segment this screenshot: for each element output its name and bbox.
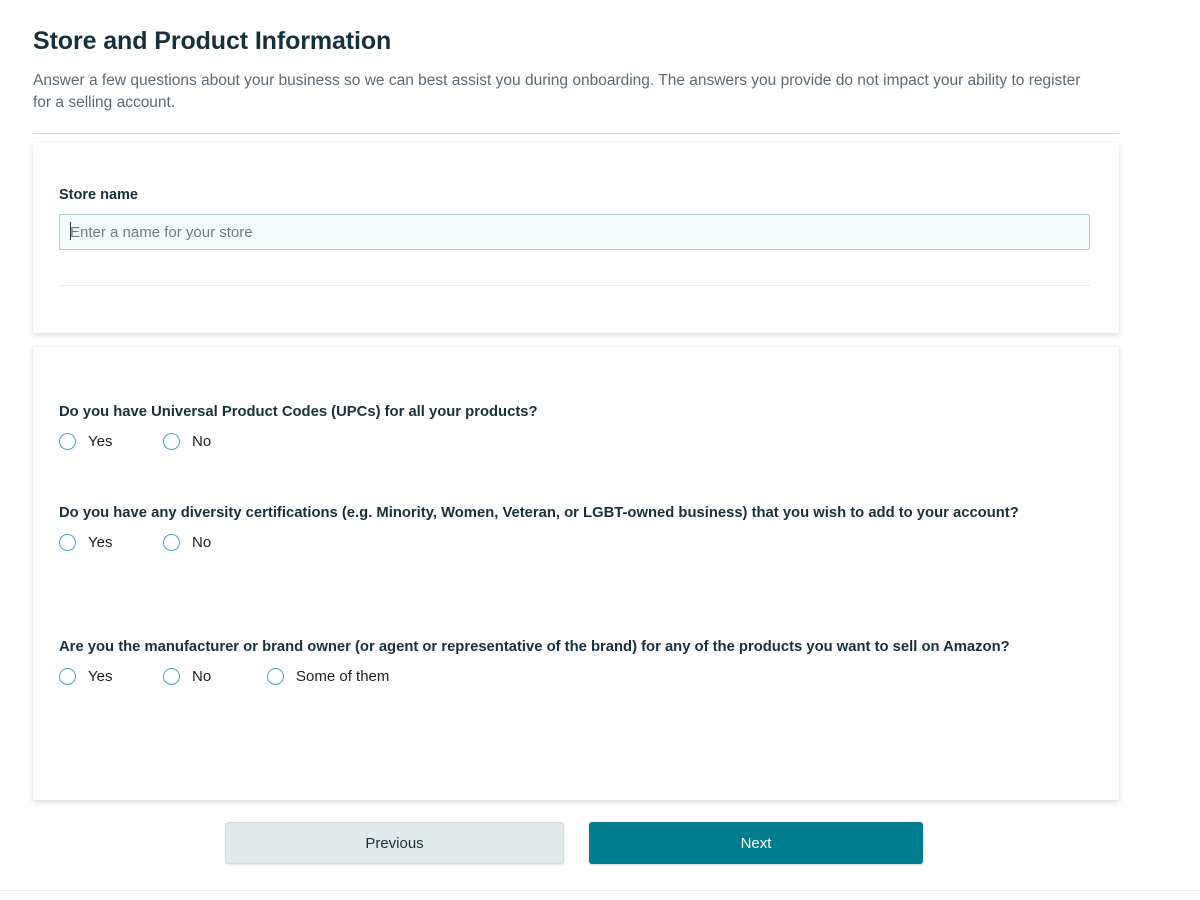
radio-label: No bbox=[192, 668, 212, 686]
radio-option-upc-no[interactable]: No bbox=[163, 433, 231, 451]
question-manufacturer: Are you the manufacturer or brand owner … bbox=[59, 636, 1094, 686]
radio-circle-icon[interactable] bbox=[163, 668, 180, 686]
radio-label: No bbox=[192, 534, 212, 552]
store-card-divider bbox=[59, 285, 1090, 286]
page-title: Store and Product Information bbox=[33, 27, 392, 55]
page-header: Store and Product Information Answer a f… bbox=[33, 27, 1118, 114]
question-text: Do you have any diversity certifications… bbox=[59, 505, 1019, 521]
radio-circle-icon[interactable] bbox=[59, 433, 76, 451]
footer-divider bbox=[0, 890, 1200, 891]
text-cursor bbox=[70, 222, 71, 240]
radio-label: No bbox=[192, 433, 212, 451]
radio-label: Yes bbox=[88, 433, 113, 451]
registration-page: Store and Product Information Answer a f… bbox=[0, 0, 1200, 900]
radio-option-diversity-yes[interactable]: Yes bbox=[59, 534, 127, 552]
radio-option-manufacturer-some[interactable]: Some of them bbox=[267, 668, 390, 686]
radio-group-diversity: Yes No bbox=[59, 534, 1094, 552]
store-name-label: Store name bbox=[59, 187, 138, 203]
radio-option-upc-yes[interactable]: Yes bbox=[59, 433, 127, 451]
question-text: Do you have Universal Product Codes (UPC… bbox=[59, 404, 538, 420]
radio-circle-icon[interactable] bbox=[59, 534, 76, 552]
radio-group-manufacturer: Yes No Some of them bbox=[59, 668, 1094, 686]
question-upc: Do you have Universal Product Codes (UPC… bbox=[59, 401, 1094, 451]
radio-label: Yes bbox=[88, 534, 113, 552]
radio-group-upc: Yes No bbox=[59, 433, 1094, 451]
previous-button[interactable]: Previous bbox=[225, 822, 564, 864]
radio-option-manufacturer-no[interactable]: No bbox=[163, 668, 231, 686]
next-button[interactable]: Next bbox=[589, 822, 923, 864]
page-description: Answer a few questions about your busine… bbox=[33, 71, 1081, 111]
radio-circle-icon[interactable] bbox=[163, 433, 180, 451]
question-diversity: Do you have any diversity certifications… bbox=[59, 502, 1094, 552]
store-name-card: Store name bbox=[33, 143, 1119, 333]
radio-circle-icon[interactable] bbox=[267, 668, 284, 686]
radio-label: Yes bbox=[88, 668, 113, 686]
radio-option-diversity-no[interactable]: No bbox=[163, 534, 231, 552]
header-divider bbox=[33, 133, 1119, 134]
questions-card: Do you have Universal Product Codes (UPC… bbox=[33, 347, 1119, 800]
store-name-input[interactable] bbox=[59, 214, 1090, 250]
radio-circle-icon[interactable] bbox=[59, 668, 76, 686]
question-text: Are you the manufacturer or brand owner … bbox=[59, 639, 1010, 655]
radio-option-manufacturer-yes[interactable]: Yes bbox=[59, 668, 127, 686]
radio-label: Some of them bbox=[296, 668, 390, 686]
radio-circle-icon[interactable] bbox=[163, 534, 180, 552]
